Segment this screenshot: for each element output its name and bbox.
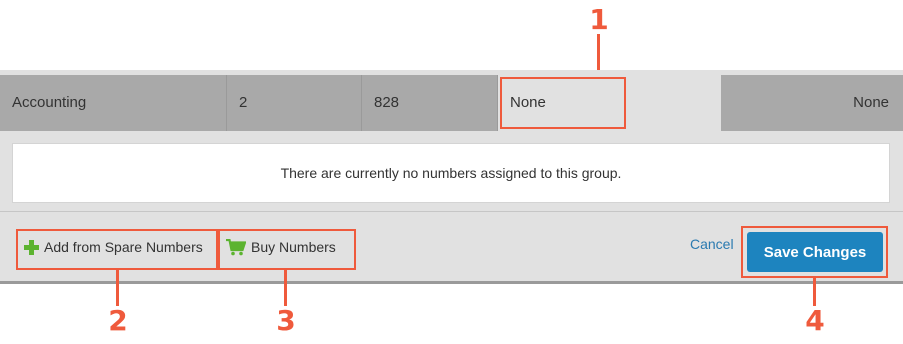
save-changes-button[interactable]: Save Changes bbox=[747, 232, 883, 272]
cancel-link[interactable]: Cancel bbox=[690, 236, 734, 252]
group-row-panel: Accounting 2 828 None None There are cur… bbox=[0, 70, 903, 284]
cart-icon bbox=[226, 238, 246, 256]
buy-numbers-button[interactable]: Buy Numbers bbox=[226, 230, 336, 264]
callout-number-4: 4 bbox=[805, 304, 825, 337]
divider bbox=[0, 211, 903, 212]
group-count-cell: 2 bbox=[227, 75, 362, 131]
group-name-cell: Accounting bbox=[0, 75, 227, 131]
plus-icon bbox=[24, 239, 39, 255]
buy-numbers-label: Buy Numbers bbox=[251, 239, 336, 255]
group-number-cell[interactable]: None bbox=[498, 75, 721, 131]
add-from-spare-numbers-button[interactable]: Add from Spare Numbers bbox=[24, 230, 203, 264]
add-from-spare-numbers-label: Add from Spare Numbers bbox=[44, 239, 203, 255]
callout-leader-4 bbox=[813, 278, 816, 306]
callout-number-3: 3 bbox=[276, 304, 296, 337]
group-last-cell: None bbox=[721, 75, 903, 131]
callout-leader-2 bbox=[116, 270, 119, 306]
group-extension-cell: 828 bbox=[362, 75, 498, 131]
callout-number-1: 1 bbox=[589, 3, 609, 36]
callout-number-2: 2 bbox=[108, 304, 128, 337]
group-table-row[interactable]: Accounting 2 828 None None bbox=[0, 75, 903, 131]
empty-numbers-message: There are currently no numbers assigned … bbox=[12, 143, 890, 203]
callout-leader-3 bbox=[284, 270, 287, 306]
